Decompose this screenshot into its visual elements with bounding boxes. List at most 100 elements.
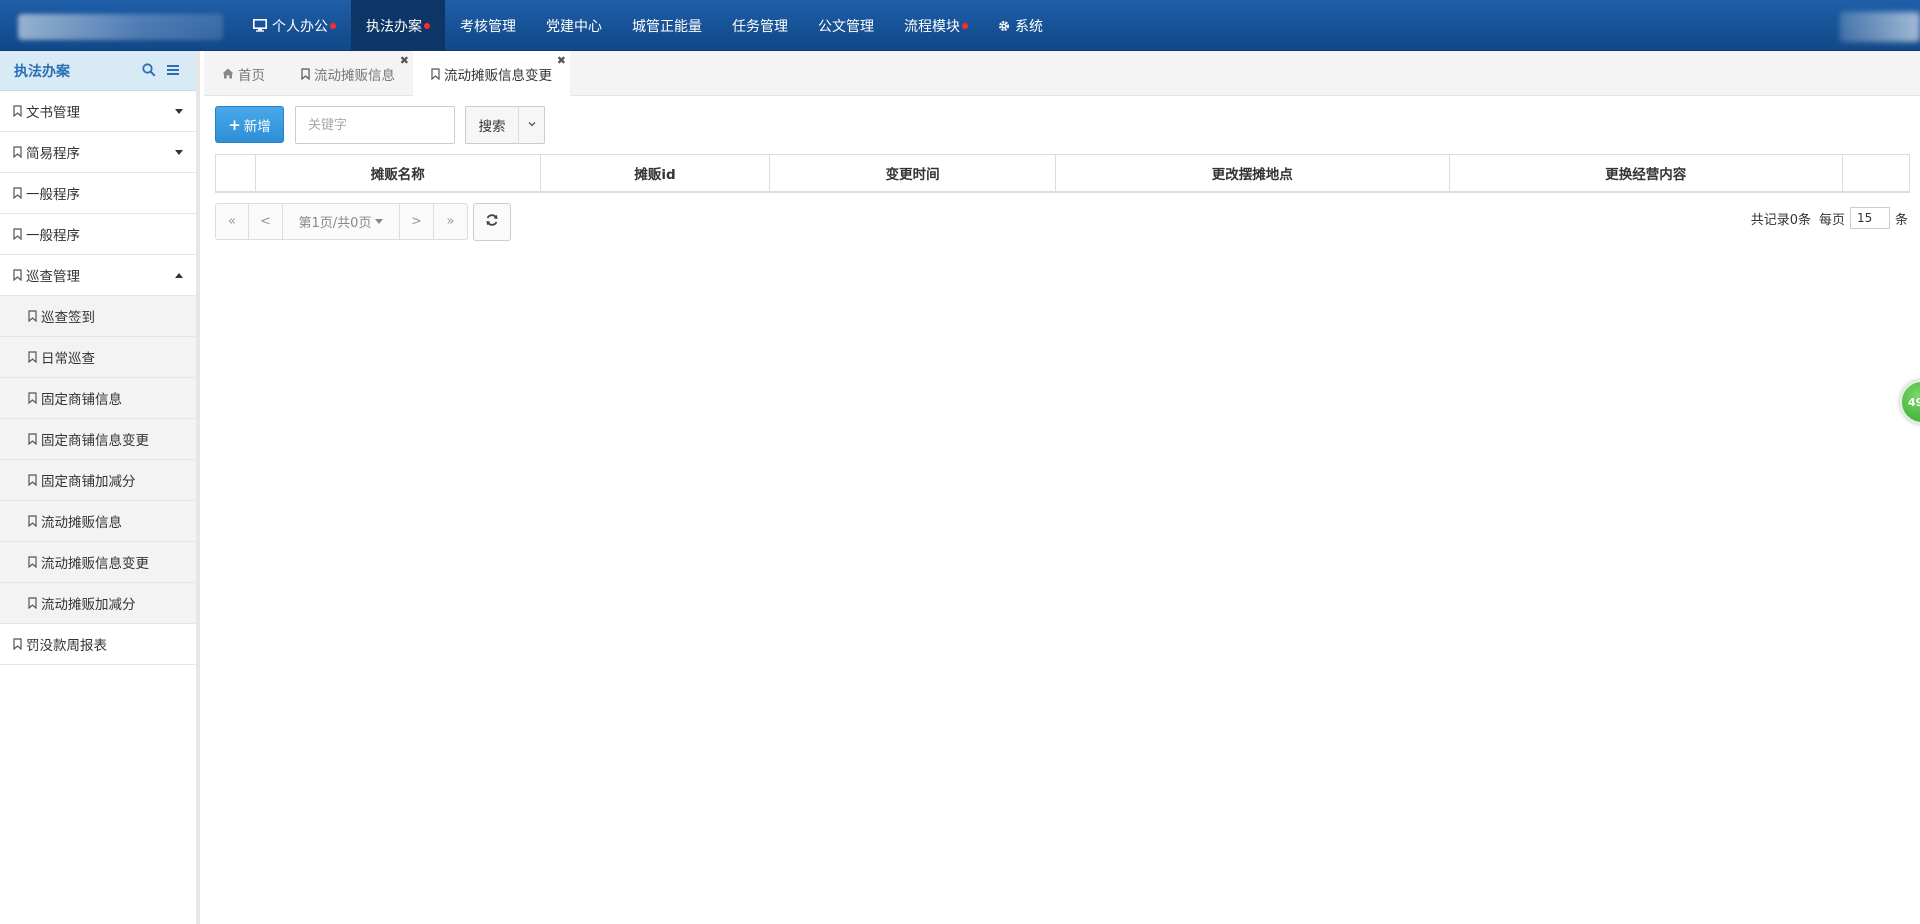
sidebar-item-label: 固定商铺加减分 (41, 474, 136, 490)
notification-dot (330, 22, 336, 29)
close-icon[interactable]: ✖ (557, 54, 566, 67)
sidebar-title: 执法办案 (14, 63, 70, 80)
per-page-unit: 条 (1894, 212, 1908, 228)
bookmark-icon (28, 351, 37, 363)
sidebar-item-label: 固定商铺信息变更 (41, 433, 149, 449)
add-button-label: 新增 (243, 118, 271, 135)
first-page-button[interactable]: « (216, 204, 249, 239)
column-header-1: 摊贩名称 (256, 155, 541, 191)
bookmark-icon (28, 556, 37, 568)
search-icon[interactable] (142, 62, 158, 79)
menu-icon[interactable] (166, 63, 182, 79)
column-header-5: 更换经营内容 (1450, 155, 1844, 191)
bookmark-icon (28, 597, 37, 609)
sidebar-item-label: 固定商铺信息 (41, 392, 122, 408)
sidebar-item-2[interactable]: 一般程序 (0, 173, 196, 214)
nav-item-8[interactable]: 系统 (983, 0, 1058, 51)
nav-item-1[interactable]: 执法办案 (351, 0, 445, 51)
tab-label: 流动摊贩信息变更 (444, 67, 552, 84)
bookmark-icon (301, 67, 310, 80)
bookmark-icon (28, 433, 37, 445)
nav-item-label: 公文管理 (818, 18, 874, 35)
sidebar-item-0[interactable]: 文书管理 (0, 91, 196, 132)
caret-down-icon (375, 218, 384, 225)
tab-2[interactable]: 流动摊贩信息变更 ✖ (413, 51, 570, 96)
notification-dot (962, 22, 968, 29)
nav-item-label: 考核管理 (460, 18, 516, 35)
nav-item-2[interactable]: 考核管理 (445, 0, 531, 51)
last-page-button[interactable]: » (434, 204, 467, 239)
sidebar-item-8[interactable]: 固定商铺信息变更 (0, 419, 196, 460)
next-page-button[interactable]: > (400, 204, 434, 239)
sidebar-item-10[interactable]: 流动摊贩信息 (0, 501, 196, 542)
column-header-0[interactable] (216, 155, 256, 191)
sidebar-item-7[interactable]: 固定商铺信息 (0, 378, 196, 419)
nav-item-label: 执法办案 (366, 18, 422, 35)
per-page-input[interactable] (1849, 207, 1890, 229)
bookmark-icon (13, 105, 22, 117)
plus-icon: + (228, 115, 241, 134)
data-table-header: 摊贩名称 摊贩id 变更时间 更改摆摊地点 更换经营内容 (215, 154, 1910, 193)
nav-item-5[interactable]: 任务管理 (717, 0, 803, 51)
search-button-label: 搜索 (478, 119, 506, 135)
bookmark-icon (13, 146, 22, 158)
monitor-icon (253, 19, 267, 32)
sidebar-item-1[interactable]: 简易程序 (0, 132, 196, 173)
column-header-6 (1843, 155, 1909, 191)
caret-up-icon (175, 272, 183, 278)
sidebar-item-5[interactable]: 巡查签到 (0, 296, 196, 337)
pagination: « < 第1页/共0页 > » (215, 203, 468, 240)
nav-item-label: 城管正能量 (632, 18, 702, 35)
sidebar-item-label: 流动摊贩加减分 (41, 597, 136, 613)
caret-down-icon (175, 108, 183, 114)
nav-item-label: 党建中心 (546, 18, 602, 35)
tab-label: 首页 (238, 67, 265, 84)
tab-1[interactable]: 流动摊贩信息 ✖ (283, 51, 413, 96)
bookmark-icon (28, 392, 37, 404)
sidebar-item-label: 巡查签到 (41, 310, 95, 326)
app-logo (18, 14, 223, 40)
tab-bar: 首页 流动摊贩信息 ✖ 流动摊贩信息变更 ✖ (204, 51, 1920, 96)
add-button[interactable]: + 新增 (215, 106, 284, 143)
nav-item-0[interactable]: 个人办公 (238, 0, 351, 51)
sidebar-item-label: 一般程序 (26, 228, 80, 244)
sidebar-item-11[interactable]: 流动摊贩信息变更 (0, 542, 196, 583)
search-button[interactable]: 搜索 (465, 106, 519, 144)
record-summary: 共记录0条 每页 条 (1751, 207, 1908, 229)
bookmark-icon (13, 269, 22, 281)
prev-page-button[interactable]: < (249, 204, 283, 239)
sidebar-item-label: 流动摊贩信息 (41, 515, 122, 531)
per-page-label: 每页 (1818, 212, 1845, 228)
main-nav: 个人办公 执法办案 考核管理 党建中心 城管正能量 任务管理 公文管理 流程模块 系统 (238, 0, 1058, 51)
sidebar-item-13[interactable]: 罚没款周报表 (0, 624, 196, 665)
sidebar-item-6[interactable]: 日常巡查 (0, 337, 196, 378)
refresh-button[interactable] (473, 203, 511, 241)
column-header-3: 变更时间 (770, 155, 1056, 191)
tab-0[interactable]: 首页 (204, 51, 283, 96)
user-avatar[interactable] (1840, 12, 1920, 42)
nav-item-4[interactable]: 城管正能量 (617, 0, 717, 51)
bookmark-icon (13, 638, 22, 650)
sidebar-item-4[interactable]: 巡查管理 (0, 255, 196, 296)
nav-item-6[interactable]: 公文管理 (803, 0, 889, 51)
bookmark-icon (13, 228, 22, 240)
sidebar-item-9[interactable]: 固定商铺加减分 (0, 460, 196, 501)
sidebar: 执法办案 文书管理 简易程序 一般程序 一般程序 巡查管理 巡查签到 日常巡查 固定商铺信息固… (0, 51, 200, 924)
sidebar-menu: 文书管理 简易程序 一般程序 一般程序 巡查管理 巡查签到 日常巡查 固定商铺信息 固定商铺信息… (0, 91, 196, 665)
bookmark-icon (28, 515, 37, 527)
top-navbar: 个人办公 执法办案 考核管理 党建中心 城管正能量 任务管理 公文管理 流程模块 系统 (0, 0, 1920, 51)
sidebar-item-3[interactable]: 一般程序 (0, 214, 196, 255)
page-select[interactable]: 第1页/共0页 (283, 204, 400, 239)
sidebar-item-label: 流动摊贩信息变更 (41, 556, 149, 572)
floating-badge[interactable]: 49 (1900, 380, 1920, 424)
sidebar-item-12[interactable]: 流动摊贩加减分 (0, 583, 196, 624)
gear-icon (998, 20, 1010, 32)
close-icon[interactable]: ✖ (400, 54, 409, 67)
sidebar-item-label: 简易程序 (26, 146, 80, 162)
keyword-input[interactable] (295, 106, 455, 144)
column-header-2: 摊贩id (541, 155, 771, 191)
nav-item-3[interactable]: 党建中心 (531, 0, 617, 51)
bookmark-icon (28, 474, 37, 486)
search-options-button[interactable] (518, 106, 545, 144)
nav-item-7[interactable]: 流程模块 (889, 0, 983, 51)
